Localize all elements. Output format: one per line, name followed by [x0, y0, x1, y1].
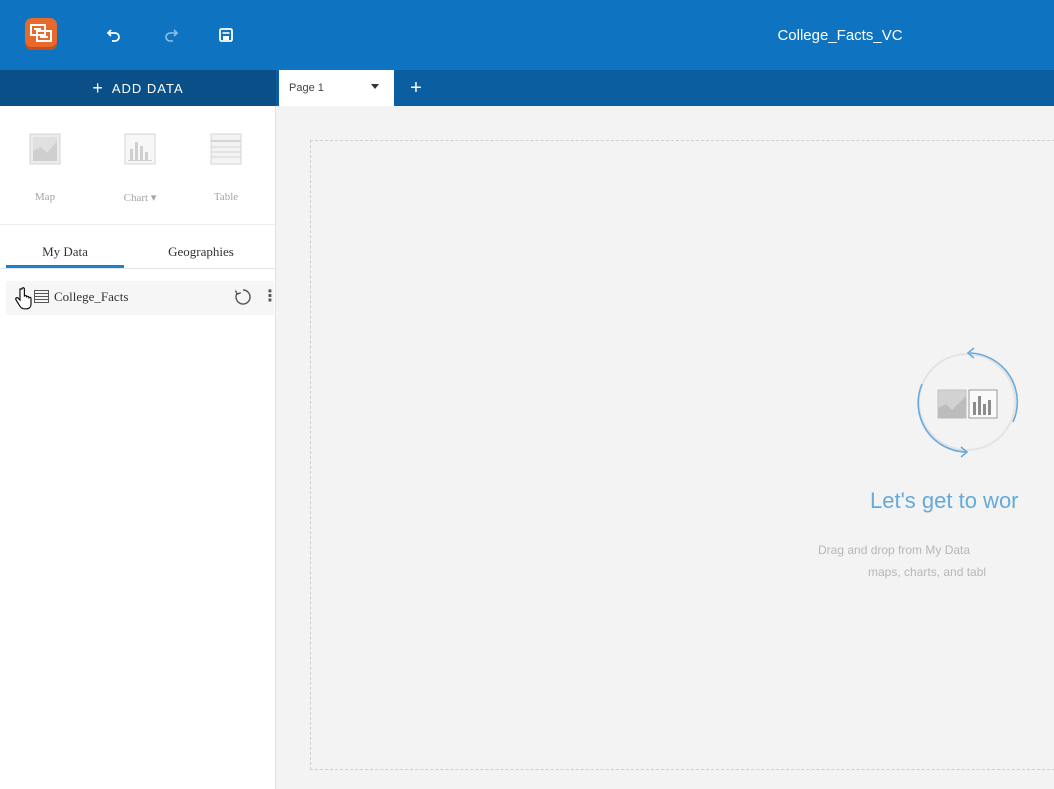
app-logo-icon[interactable]: [25, 18, 57, 50]
caret-down-icon[interactable]: [371, 84, 379, 89]
empty-message-line2: maps, charts, and tabl: [868, 565, 987, 579]
plus-icon: +: [410, 76, 422, 99]
map-button[interactable]: Map: [15, 133, 75, 213]
redo-button[interactable]: [160, 24, 182, 46]
map-label: Map: [34, 191, 56, 203]
empty-state-message: Drag and drop from My Data maps, charts,…: [818, 539, 1054, 583]
data-pane: Map Chart ▾ Table My Data Geographies Co…: [0, 106, 278, 789]
page-canvas[interactable]: Let's get to wor Drag and drop from My D…: [290, 106, 1054, 789]
divider: [0, 268, 275, 269]
empty-message-line1: Drag and drop from My Data: [818, 543, 971, 557]
chart-button[interactable]: Chart ▾: [110, 133, 170, 213]
map-icon: [29, 133, 61, 165]
more-options-icon[interactable]: ⋮: [262, 286, 278, 308]
top-bar: College_Facts_VC: [0, 0, 1054, 70]
table-icon: [34, 290, 49, 303]
document-title: College_Facts_VC: [777, 26, 903, 44]
hand-cursor-icon: [15, 287, 32, 310]
refresh-icon[interactable]: [234, 288, 252, 306]
tab-page-1[interactable]: Page 1: [279, 70, 394, 106]
chart-icon: [124, 133, 156, 165]
divider: [0, 224, 275, 225]
save-button[interactable]: [215, 24, 237, 46]
empty-state-title: Let's get to wor: [870, 488, 1019, 513]
save-icon: [219, 28, 233, 42]
table-icon: [210, 133, 242, 165]
table-button[interactable]: Table: [196, 133, 256, 213]
page-tab-label: Page 1: [289, 82, 324, 94]
tab-geographies[interactable]: Geographies: [140, 236, 262, 268]
add-data-button[interactable]: + ADD DATA: [0, 70, 276, 106]
add-page-button[interactable]: +: [400, 70, 432, 106]
dataset-college-facts[interactable]: College_Facts ⋮: [6, 281, 278, 315]
dataset-name: College_Facts: [54, 289, 129, 304]
tab-my-data[interactable]: My Data: [6, 236, 124, 268]
redo-icon: [165, 29, 178, 42]
table-label: Table: [213, 191, 239, 203]
undo-icon: [107, 29, 120, 42]
visualization-cycle-icon: [917, 347, 1019, 458]
add-data-label: ADD DATA: [111, 80, 184, 96]
undo-button[interactable]: [103, 24, 125, 46]
plus-icon: +: [92, 77, 104, 98]
chart-label: Chart ▾: [123, 192, 157, 204]
